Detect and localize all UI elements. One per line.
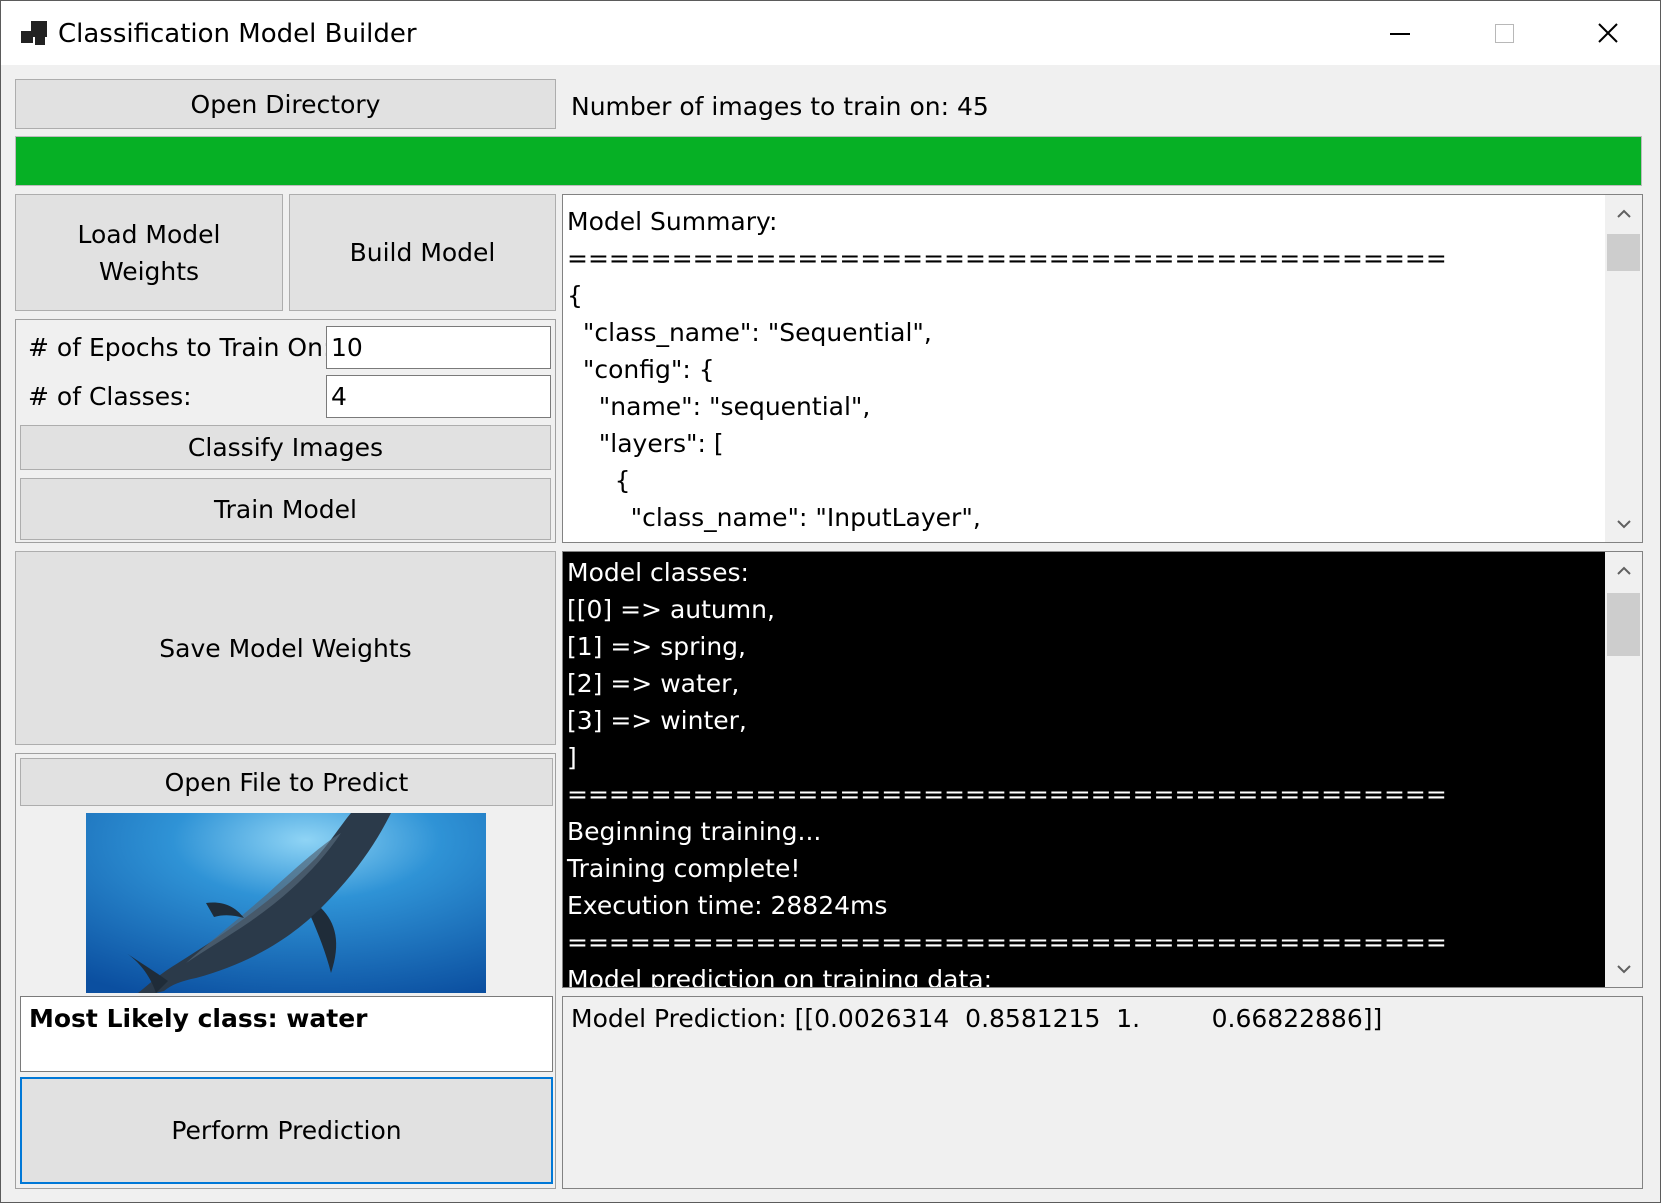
- scroll-down-button[interactable]: [1605, 505, 1642, 542]
- chevron-down-icon: [1616, 519, 1631, 528]
- minimize-button[interactable]: [1348, 1, 1452, 65]
- train-model-button[interactable]: Train Model: [20, 478, 551, 540]
- log-line: [1] => spring,: [567, 632, 746, 661]
- image-count-label: Number of images to train on: 45: [571, 92, 989, 121]
- summary-line: {: [567, 281, 583, 310]
- title-bar: Classification Model Builder: [1, 1, 1660, 65]
- prediction-image: [86, 813, 486, 993]
- prediction-output-text: Model Prediction: [[0.0026314 0.8581215 …: [571, 1004, 1383, 1033]
- log-line: Training complete!: [567, 854, 801, 883]
- open-directory-button[interactable]: Open Directory: [15, 79, 556, 129]
- summary-scrollbar[interactable]: [1605, 195, 1642, 542]
- scroll-thumb[interactable]: [1607, 234, 1640, 271]
- log-line: ]: [567, 743, 577, 772]
- epochs-label: # of Epochs to Train On:: [28, 333, 332, 362]
- close-button[interactable]: [1556, 1, 1660, 65]
- chevron-down-icon: [1616, 964, 1631, 973]
- close-icon: [1598, 23, 1618, 43]
- app-icon: [21, 19, 49, 47]
- summary-line: "class_name": "Sequential",: [567, 318, 932, 347]
- app-window: Classification Model Builder Open Direct…: [0, 0, 1661, 1203]
- scroll-down-button[interactable]: [1605, 950, 1642, 987]
- log-line: [2] => water,: [567, 669, 740, 698]
- model-summary-textbox[interactable]: Model Summary: ==========================…: [562, 194, 1643, 543]
- log-line: Beginning training...: [567, 817, 822, 846]
- open-file-predict-button[interactable]: Open File to Predict: [20, 758, 553, 806]
- epochs-input[interactable]: [326, 326, 551, 369]
- chevron-up-icon: [1616, 209, 1631, 218]
- log-line: Execution time: 28824ms: [567, 891, 888, 920]
- scroll-up-button[interactable]: [1605, 195, 1642, 232]
- training-settings-group: # of Epochs to Train On: # of Classes: C…: [15, 319, 556, 543]
- chevron-up-icon: [1616, 566, 1631, 575]
- log-line: [3] => winter,: [567, 706, 747, 735]
- log-line: Model prediction on training data:: [567, 965, 992, 988]
- summary-line: "layers": [: [567, 429, 724, 458]
- summary-line: "name": "sequential",: [567, 392, 871, 421]
- summary-line: "class_name": "InputLayer",: [567, 503, 981, 532]
- classify-images-button[interactable]: Classify Images: [20, 425, 551, 470]
- summary-line: {: [567, 466, 631, 495]
- build-model-button[interactable]: Build Model: [289, 194, 556, 311]
- prediction-result-text: Most Likely class: water: [29, 1004, 368, 1033]
- summary-line: ========================================…: [567, 244, 1447, 273]
- perform-prediction-button[interactable]: Perform Prediction: [20, 1077, 553, 1184]
- classes-input[interactable]: [326, 375, 551, 418]
- summary-line: "config": {: [567, 355, 715, 384]
- model-summary-text: Model Summary: ==========================…: [567, 203, 1602, 536]
- training-log-textbox[interactable]: Model classes: [[0] => autumn, [1] => spri…: [562, 551, 1643, 988]
- log-line: ========================================…: [567, 928, 1447, 957]
- load-weights-button[interactable]: Load Model Weights: [15, 194, 283, 311]
- maximize-button[interactable]: [1452, 1, 1556, 65]
- window-title: Classification Model Builder: [58, 19, 417, 49]
- training-log-text: Model classes: [[0] => autumn, [1] => spri…: [567, 554, 1602, 988]
- log-line: Model classes:: [567, 558, 749, 587]
- classes-label: # of Classes:: [28, 382, 192, 411]
- training-progress-bar: [15, 136, 1642, 186]
- prediction-output-textbox[interactable]: Model Prediction: [[0.0026314 0.8581215 …: [562, 996, 1643, 1189]
- summary-line: Model Summary:: [567, 207, 778, 236]
- save-weights-button[interactable]: Save Model Weights: [15, 551, 556, 745]
- log-line: [[0] => autumn,: [567, 595, 775, 624]
- progress-fill: [16, 137, 1641, 185]
- scroll-up-button[interactable]: [1605, 552, 1642, 589]
- log-line: ========================================…: [567, 780, 1447, 809]
- log-scrollbar[interactable]: [1605, 552, 1642, 987]
- scroll-thumb[interactable]: [1607, 593, 1640, 656]
- prediction-result-box: Most Likely class: water: [20, 996, 553, 1072]
